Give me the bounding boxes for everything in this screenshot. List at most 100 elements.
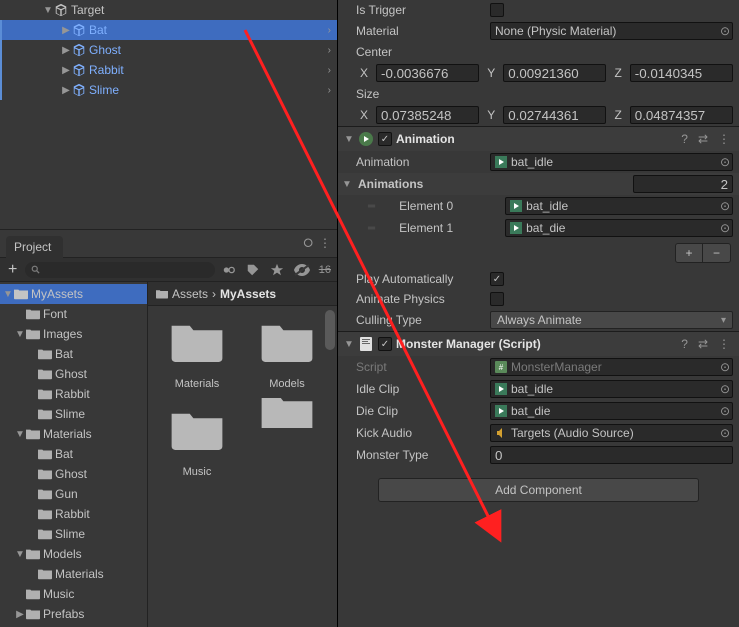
search-input[interactable] <box>25 262 214 278</box>
object-picker-icon[interactable]: ⊙ <box>720 360 730 374</box>
die-clip-field[interactable]: bat_die ⊙ <box>490 402 733 420</box>
center-z-input[interactable] <box>630 64 733 82</box>
hierarchy-item-slime[interactable]: ▶ Slime › <box>0 80 337 100</box>
fold-icon[interactable]: ▼ <box>344 134 354 145</box>
tree-item[interactable]: Bat <box>0 444 147 464</box>
size-x-input[interactable] <box>376 106 479 124</box>
object-picker-icon[interactable]: ⊙ <box>720 404 730 418</box>
fold-icon[interactable]: ▼ <box>344 339 354 350</box>
enable-checkbox[interactable] <box>378 337 392 351</box>
project-tab[interactable]: Project <box>6 236 63 258</box>
filter-by-type-icon[interactable] <box>219 263 239 277</box>
tree-item[interactable]: Bat <box>0 344 147 364</box>
hierarchy-item-target[interactable]: ▼ Target <box>0 0 337 20</box>
favorite-icon[interactable] <box>267 263 287 277</box>
filter-by-label-icon[interactable] <box>243 263 263 277</box>
fold-icon[interactable]: ▼ <box>342 179 354 190</box>
chevron-right-icon[interactable]: › <box>328 65 331 76</box>
tree-item[interactable]: Slime <box>0 524 147 544</box>
size-z-input[interactable] <box>630 106 733 124</box>
size-y-input[interactable] <box>503 106 606 124</box>
svg-text:#: # <box>499 363 504 372</box>
is-trigger-checkbox[interactable] <box>490 3 504 17</box>
object-picker-icon[interactable]: ⊙ <box>720 199 730 213</box>
hierarchy-item-rabbit[interactable]: ▶ Rabbit › <box>0 60 337 80</box>
preset-icon[interactable]: ⇄ <box>695 132 711 146</box>
help-icon[interactable]: ? <box>678 132 691 146</box>
fold-icon[interactable]: ▶ <box>60 65 72 76</box>
tree-item-materials[interactable]: ▼Materials <box>0 424 147 444</box>
grid-item-materials[interactable]: Materials <box>156 310 238 390</box>
material-field[interactable]: None (Physic Material) ⊙ <box>490 22 733 40</box>
tree-item[interactable]: Slime <box>0 404 147 424</box>
project-grid: Assets › MyAssets Materials Models <box>148 282 337 627</box>
field-center-label: Center <box>338 42 739 62</box>
field-monster-type: Monster Type <box>338 444 739 466</box>
component-header-animation[interactable]: ▼ Animation ? ⇄ ⋮ <box>338 127 739 151</box>
project-toolbar: + 16 <box>0 258 337 282</box>
drag-handle-icon[interactable]: ═ <box>368 201 375 212</box>
tree-item[interactable]: Rabbit <box>0 504 147 524</box>
enable-checkbox[interactable] <box>378 132 392 146</box>
grid-item-models[interactable]: Models <box>246 310 328 390</box>
field-script: Script # MonsterManager ⊙ <box>338 356 739 378</box>
chevron-right-icon[interactable]: › <box>328 85 331 96</box>
animate-physics-checkbox[interactable] <box>490 292 504 306</box>
menu-icon[interactable]: ⋮ <box>715 132 733 146</box>
create-button[interactable]: + <box>4 261 21 279</box>
tree-item-music[interactable]: Music <box>0 584 147 604</box>
animation-clip-field[interactable]: bat_idle ⊙ <box>490 153 733 171</box>
tree-item[interactable]: Rabbit <box>0 384 147 404</box>
object-picker-icon[interactable]: ⊙ <box>720 221 730 235</box>
field-material: Material None (Physic Material) ⊙ <box>338 20 739 42</box>
array-size-input[interactable] <box>633 175 733 193</box>
object-picker-icon[interactable]: ⊙ <box>720 426 730 440</box>
tree-item-images[interactable]: ▼Images <box>0 324 147 344</box>
monster-type-input[interactable] <box>490 446 733 464</box>
field-animation-clip: Animation bat_idle ⊙ <box>338 151 739 173</box>
scrollbar-thumb[interactable] <box>325 310 335 350</box>
object-picker-icon[interactable]: ⊙ <box>720 24 730 38</box>
fold-icon[interactable]: ▶ <box>60 25 72 36</box>
array-add-button[interactable]: + <box>675 243 703 263</box>
hierarchy-item-bat[interactable]: ▶ Bat › <box>0 20 337 40</box>
lock-icon[interactable]: ⭘ <box>303 236 313 251</box>
tree-item-myassets[interactable]: ▼MyAssets <box>0 284 147 304</box>
fold-icon[interactable]: ▶ <box>60 85 72 96</box>
array-remove-button[interactable]: − <box>703 243 731 263</box>
play-auto-checkbox[interactable] <box>490 272 504 286</box>
center-x-input[interactable] <box>376 64 479 82</box>
tree-item[interactable]: Ghost <box>0 464 147 484</box>
hierarchy-item-ghost[interactable]: ▶ Ghost › <box>0 40 337 60</box>
grid-item-partial[interactable] <box>246 398 328 478</box>
grid-item-music[interactable]: Music <box>156 398 238 478</box>
culling-dropdown[interactable]: Always Animate <box>490 311 733 329</box>
kick-audio-field[interactable]: Targets (Audio Source) ⊙ <box>490 424 733 442</box>
preset-icon[interactable]: ⇄ <box>695 337 711 351</box>
drag-handle-icon[interactable]: ═ <box>368 223 375 234</box>
breadcrumb-current[interactable]: MyAssets <box>220 287 276 301</box>
chevron-right-icon[interactable]: › <box>328 25 331 36</box>
tree-item[interactable]: Ghost <box>0 364 147 384</box>
element1-field[interactable]: bat_die ⊙ <box>505 219 733 237</box>
center-y-input[interactable] <box>503 64 606 82</box>
fold-icon[interactable]: ▼ <box>42 5 54 16</box>
help-icon[interactable]: ? <box>678 337 691 351</box>
add-component-button[interactable]: Add Component <box>378 478 699 502</box>
hidden-icon[interactable] <box>291 264 313 276</box>
tree-item[interactable]: Materials <box>0 564 147 584</box>
tree-item-font[interactable]: Font <box>0 304 147 324</box>
tree-item[interactable]: Gun <box>0 484 147 504</box>
idle-clip-field[interactable]: bat_idle ⊙ <box>490 380 733 398</box>
component-header-monster[interactable]: ▼ Monster Manager (Script) ? ⇄ ⋮ <box>338 332 739 356</box>
menu-icon[interactable]: ⋮ <box>715 337 733 351</box>
chevron-right-icon[interactable]: › <box>328 45 331 56</box>
object-picker-icon[interactable]: ⊙ <box>720 155 730 169</box>
object-picker-icon[interactable]: ⊙ <box>720 382 730 396</box>
breadcrumb-root[interactable]: Assets <box>172 287 208 301</box>
tree-item-prefabs[interactable]: ▶Prefabs <box>0 604 147 624</box>
element0-field[interactable]: bat_idle ⊙ <box>505 197 733 215</box>
menu-icon[interactable]: ⋮ <box>319 236 331 251</box>
fold-icon[interactable]: ▶ <box>60 45 72 56</box>
tree-item-models[interactable]: ▼Models <box>0 544 147 564</box>
